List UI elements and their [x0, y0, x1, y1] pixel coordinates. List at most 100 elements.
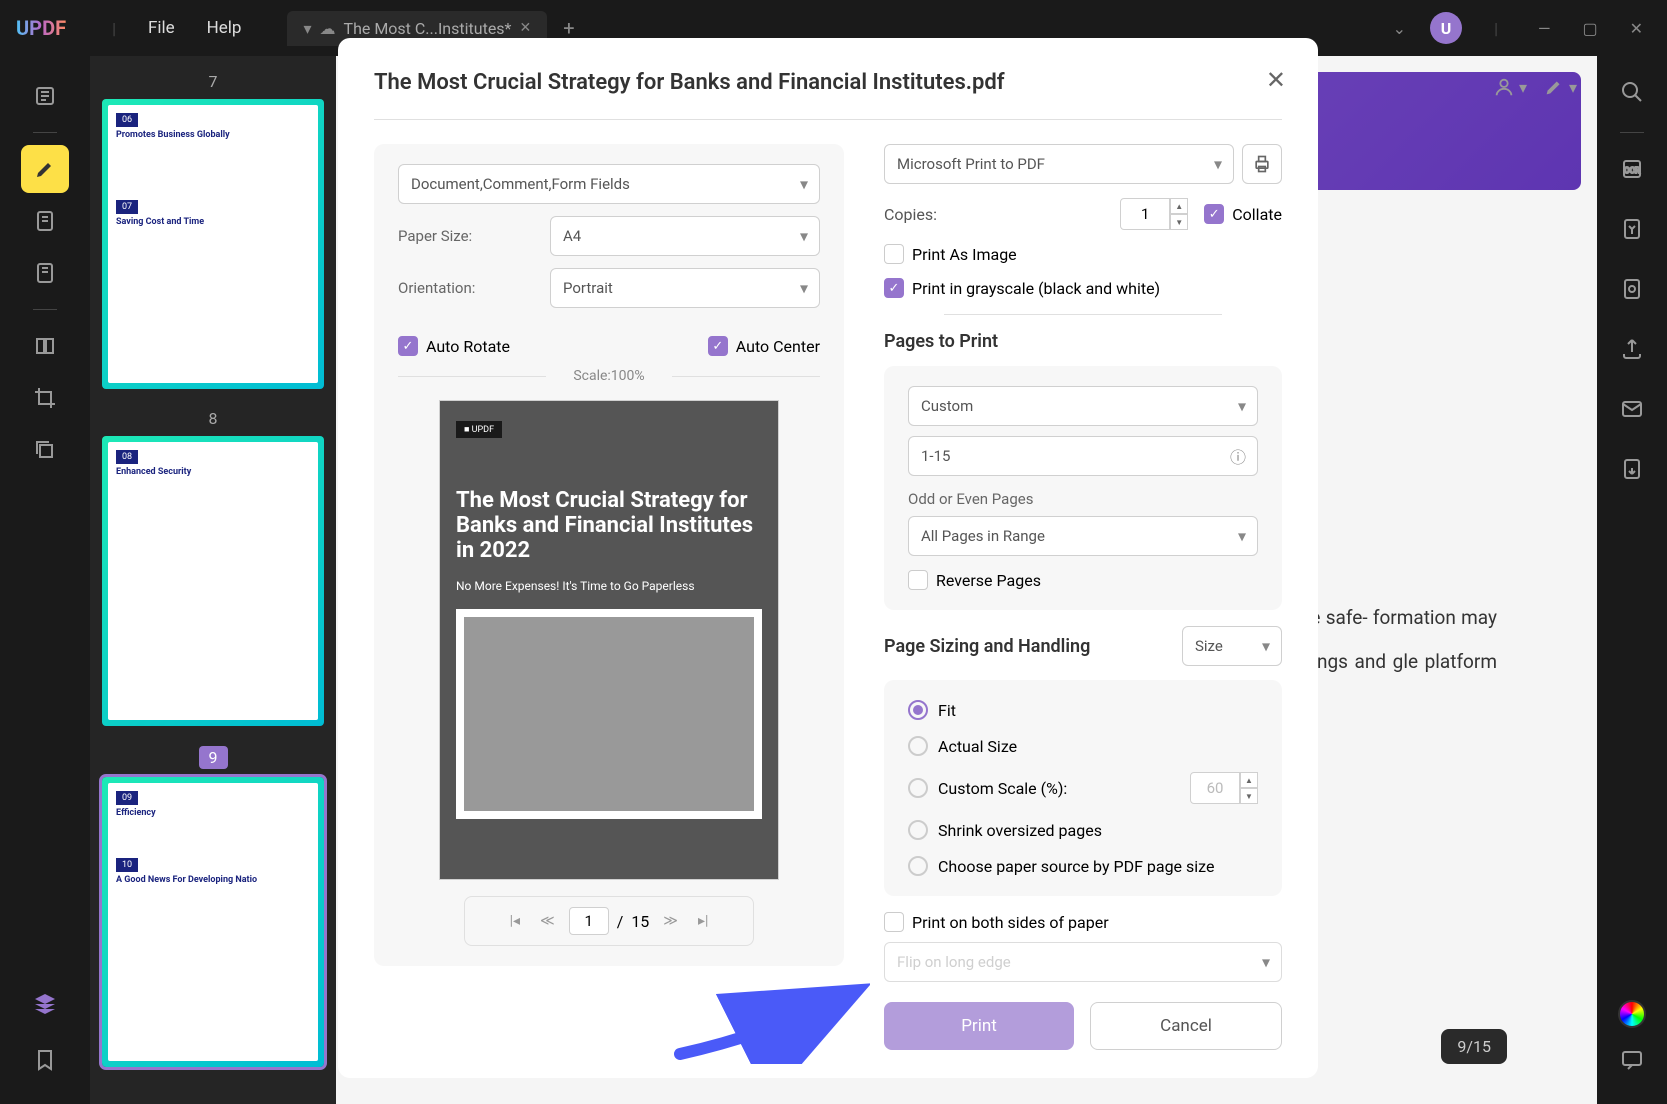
info-icon[interactable]: ⓘ [1230, 444, 1246, 468]
menu-file[interactable]: File [148, 18, 175, 38]
both-sides-label: Print on both sides of paper [912, 913, 1109, 932]
pager-total: 15 [631, 912, 649, 931]
separator: | [1494, 19, 1498, 38]
pages-to-print-title: Pages to Print [884, 331, 1282, 352]
page-range-mode-select[interactable]: Custom [908, 386, 1258, 426]
maximize-icon[interactable]: ▢ [1574, 15, 1605, 42]
preview-subtitle: No More Expenses! It's Time to Go Paperl… [456, 579, 762, 593]
print-dialog: The Most Crucial Strategy for Banks and … [338, 38, 1318, 1078]
dialog-title: The Most Crucial Strategy for Banks and … [374, 70, 1282, 95]
orientation-select[interactable]: Portrait [550, 268, 820, 308]
layers-tool[interactable] [21, 980, 69, 1028]
form-icon[interactable] [1612, 209, 1652, 253]
page-thumbnail[interactable]: 06 Promotes Business Globally 07 Saving … [102, 99, 324, 389]
paper-size-select[interactable]: A4 [550, 216, 820, 256]
content-select[interactable]: Document,Comment,Form Fields [398, 164, 820, 204]
email-icon[interactable] [1612, 389, 1652, 433]
print-button[interactable]: Print [884, 1002, 1074, 1050]
protect-icon[interactable] [1612, 269, 1652, 313]
paper-source-radio[interactable] [908, 856, 928, 876]
preview-photo [456, 609, 762, 819]
export-icon[interactable] [1612, 449, 1652, 493]
actual-size-radio[interactable] [908, 736, 928, 756]
custom-scale-input[interactable] [1190, 772, 1240, 804]
share-icon[interactable] [1612, 329, 1652, 373]
pager-sep: / [617, 912, 624, 931]
close-tab-icon[interactable]: ✕ [519, 20, 531, 36]
pager-last-icon[interactable]: ▸| [692, 909, 714, 933]
scale-label: Scale:100% [398, 368, 820, 384]
scale-up-button[interactable]: ▲ [1240, 772, 1258, 788]
actual-size-label: Actual Size [938, 737, 1017, 756]
chevron-down-icon[interactable]: ⌄ [1385, 15, 1414, 42]
copies-down-button[interactable]: ▼ [1170, 214, 1188, 230]
auto-rotate-checkbox[interactable] [398, 336, 418, 356]
printer-select[interactable]: Microsoft Print to PDF [884, 144, 1234, 184]
print-as-image-checkbox[interactable] [884, 244, 904, 264]
menu-help[interactable]: Help [207, 18, 242, 38]
custom-scale-radio[interactable] [908, 778, 928, 798]
reader-tool[interactable] [21, 72, 69, 120]
auto-center-label: Auto Center [736, 337, 820, 356]
thumb-page-number: 8 [102, 409, 324, 428]
fit-radio[interactable] [908, 700, 928, 720]
grayscale-label: Print in grayscale (black and white) [912, 279, 1160, 298]
batch-tool[interactable] [21, 426, 69, 474]
orientation-label: Orientation: [398, 279, 538, 297]
preview-badge: ■ UPDF [456, 421, 502, 438]
cancel-button[interactable]: Cancel [1090, 1002, 1282, 1050]
preview-title: The Most Crucial Strategy for Banks and … [456, 488, 762, 563]
page-thumbnail[interactable]: 08 Enhanced Security [102, 436, 324, 726]
pager-next-icon[interactable]: ≫ [657, 909, 684, 933]
sign-dropdown[interactable]: ▾ [1543, 76, 1577, 98]
custom-scale-label: Custom Scale (%): [938, 779, 1067, 798]
shrink-radio[interactable] [908, 820, 928, 840]
comment-icon[interactable] [1612, 1040, 1652, 1084]
copies-input[interactable] [1120, 198, 1170, 230]
page-thumbnail-selected[interactable]: 09 Efficiency 10 A Good News For Develop… [102, 777, 324, 1067]
highlighter-tool[interactable] [21, 145, 69, 193]
odd-even-label: Odd or Even Pages [908, 490, 1258, 508]
page-tool[interactable] [21, 249, 69, 297]
minimize-icon[interactable]: — [1530, 15, 1559, 42]
flip-select[interactable]: Flip on long edge [884, 942, 1282, 982]
profile-dropdown[interactable]: ▾ [1493, 76, 1527, 98]
printer-settings-button[interactable] [1242, 144, 1282, 184]
reverse-pages-checkbox[interactable] [908, 570, 928, 590]
bookmark-tool[interactable] [21, 1036, 69, 1084]
close-icon[interactable]: ✕ [1622, 15, 1651, 42]
add-tab-button[interactable]: + [563, 16, 574, 40]
chevron-down-icon[interactable]: ▾ [303, 19, 311, 38]
grayscale-checkbox[interactable] [884, 278, 904, 298]
print-as-image-label: Print As Image [912, 245, 1017, 264]
both-sides-checkbox[interactable] [884, 912, 904, 932]
pager-current-input[interactable] [569, 907, 609, 935]
user-avatar[interactable]: U [1430, 12, 1462, 44]
shrink-label: Shrink oversized pages [938, 821, 1102, 840]
organize-tool[interactable] [21, 322, 69, 370]
dialog-close-button[interactable]: ✕ [1266, 66, 1286, 94]
thumb-page-number: 7 [102, 72, 324, 91]
ocr-icon[interactable]: OCR [1612, 149, 1652, 193]
paper-source-label: Choose paper source by PDF page size [938, 857, 1214, 876]
pager-first-icon[interactable]: |◂ [504, 909, 526, 933]
search-icon[interactable] [1612, 72, 1652, 116]
scale-down-button[interactable]: ▼ [1240, 788, 1258, 804]
reverse-pages-label: Reverse Pages [936, 571, 1041, 590]
crop-tool[interactable] [21, 374, 69, 422]
odd-even-select[interactable]: All Pages in Range [908, 516, 1258, 556]
auto-rotate-label: Auto Rotate [426, 337, 510, 356]
sizing-mode-select[interactable]: Size [1182, 626, 1282, 666]
page-range-input[interactable] [908, 436, 1258, 476]
collate-checkbox[interactable] [1204, 204, 1224, 224]
app-logo: UPDF [16, 16, 66, 40]
auto-center-checkbox[interactable] [708, 336, 728, 356]
color-wheel-icon[interactable] [1618, 1000, 1646, 1028]
pager-prev-icon[interactable]: ≪ [534, 909, 561, 933]
print-preview: ■ UPDF The Most Crucial Strategy for Ban… [439, 400, 779, 880]
collate-label: Collate [1232, 205, 1282, 224]
edit-tool[interactable] [21, 197, 69, 245]
copies-up-button[interactable]: ▲ [1170, 198, 1188, 214]
annotation-arrow [670, 974, 870, 1068]
paper-size-label: Paper Size: [398, 227, 538, 245]
